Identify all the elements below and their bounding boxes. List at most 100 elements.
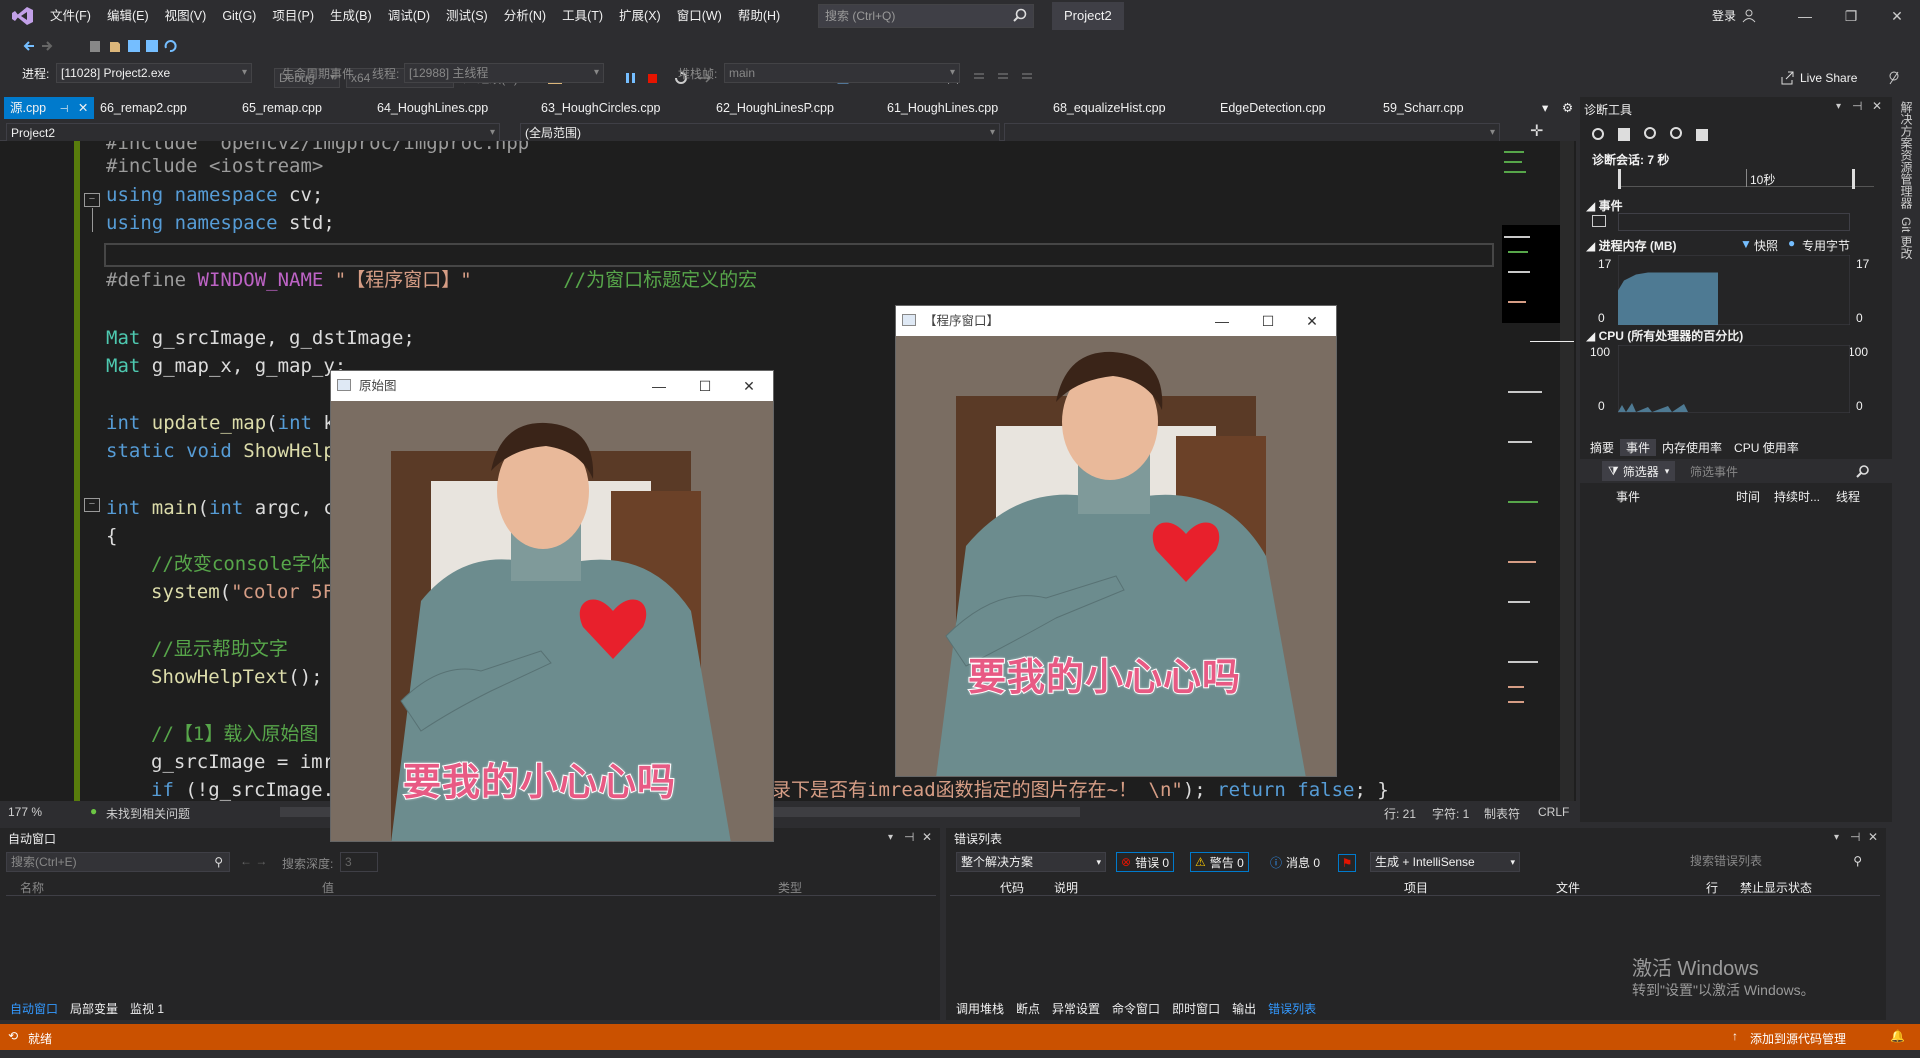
split-icon[interactable]: ✛ (1530, 121, 1543, 141)
tab-command-window[interactable]: 命令窗口 (1106, 1000, 1166, 1017)
editor-minimap-scrollbar[interactable] (1500, 141, 1576, 801)
tab-source[interactable]: 源.cpp ⊣ ✕ (4, 97, 95, 119)
tab-remap2[interactable]: 66_remap2.cpp (100, 97, 187, 119)
pin-icon[interactable]: ⊣ (60, 104, 69, 115)
line-ending[interactable]: CRLF (1538, 805, 1569, 819)
menu-view[interactable]: 视图(V) (157, 0, 215, 32)
menu-debug[interactable]: 调试(D) (380, 0, 438, 32)
col-line[interactable]: 行 (1706, 879, 1718, 896)
pin-icon[interactable]: ⊣ (1852, 99, 1862, 113)
login-button[interactable]: 登录 (1712, 0, 1756, 32)
zoom-level[interactable]: 177 % (8, 805, 42, 819)
menu-edit[interactable]: 编辑(E) (99, 0, 157, 32)
tab-overflow-icon[interactable]: ▾ (1542, 97, 1548, 119)
window-titlebar[interactable]: 原始图 — ☐ ✕ (331, 371, 773, 401)
close-icon[interactable]: ✕ (1872, 99, 1882, 113)
member-scope-select[interactable] (1004, 123, 1500, 143)
build-filter-icon[interactable]: ⚑ (1338, 854, 1356, 872)
dropdown-icon[interactable]: ▾ (888, 832, 893, 843)
back-forward-icon[interactable]: ← → (240, 854, 267, 868)
col-code[interactable]: 代码 (1000, 879, 1024, 896)
col-duration[interactable]: 持续时... (1774, 488, 1820, 505)
pin-icon[interactable]: ⊣ (904, 830, 914, 844)
menu-project[interactable]: 项目(P) (264, 0, 322, 32)
pin-icon[interactable]: ⊣ (1850, 830, 1860, 844)
tab-events[interactable]: 事件 (1620, 438, 1657, 456)
tab-immediate-window[interactable]: 即时窗口 (1166, 1000, 1226, 1017)
indent-mode[interactable]: 制表符 (1484, 805, 1520, 822)
filter-events-input[interactable]: 筛选事件 (1690, 463, 1738, 480)
tab-call-stack[interactable]: 调用堆栈 (950, 1000, 1010, 1017)
pause-events-icon[interactable] (1592, 215, 1606, 227)
issues-status[interactable]: 未找到相关问题 (106, 805, 190, 822)
messages-filter-button[interactable]: ⓘ 消息 0 (1266, 852, 1324, 872)
tab-cpu-usage[interactable]: CPU 使用率 (1728, 439, 1805, 456)
tab-close-icon[interactable]: ✕ (78, 101, 88, 115)
lifecycle-events[interactable]: 生命周期事件 (282, 65, 354, 82)
solution-explorer-tab[interactable]: 解决方案资源管理器 (1898, 101, 1915, 209)
menu-extensions[interactable]: 扩展(X) (611, 0, 669, 32)
restore-icon[interactable]: ❐ (1828, 0, 1874, 32)
tab-exception-settings[interactable]: 异常设置 (1046, 1000, 1106, 1017)
tab-houghlinesp[interactable]: 62_HoughLinesP.cpp (716, 97, 834, 119)
cpu-section[interactable]: ◢ CPU (所有处理器的百分比) (1586, 327, 1743, 344)
timeline-start-handle[interactable] (1618, 169, 1621, 189)
tab-scharr[interactable]: 59_Scharr.cpp (1383, 97, 1464, 119)
search-input[interactable]: 搜索 (Ctrl+Q) (818, 4, 1034, 28)
memory-section[interactable]: ◢ 进程内存 (MB) (1586, 237, 1677, 254)
tab-autos[interactable]: 自动窗口 (4, 1000, 64, 1017)
close-icon[interactable]: ✕ (1290, 306, 1334, 336)
maximize-icon[interactable]: ☐ (1246, 306, 1290, 336)
stack-frame-select[interactable]: main (724, 63, 960, 83)
search-icon[interactable] (1856, 464, 1870, 478)
back-forward-icon[interactable] (22, 38, 62, 54)
autos-search-input[interactable]: 搜索(Ctrl+E) ⚲ (6, 852, 230, 872)
dropdown-icon[interactable]: ▾ (1836, 101, 1841, 112)
col-time[interactable]: 时间 (1736, 488, 1760, 505)
visual-studio-logo-icon[interactable] (10, 6, 34, 26)
tab-output[interactable]: 输出 (1226, 1000, 1262, 1017)
global-scope-select[interactable]: (全局范围) (520, 123, 1000, 143)
timeline-end-handle[interactable] (1852, 169, 1855, 189)
file-actions-icon[interactable] (90, 38, 180, 54)
source-image-window[interactable]: 原始图 — ☐ ✕ 要我的小心心吗 (330, 370, 774, 842)
search-depth-select[interactable]: 3 (340, 852, 378, 872)
menu-window[interactable]: 窗口(W) (669, 0, 730, 32)
dropdown-icon[interactable]: ▾ (1834, 832, 1839, 843)
tab-edgedetection[interactable]: EdgeDetection.cpp (1220, 97, 1326, 119)
menu-test[interactable]: 测试(S) (438, 0, 496, 32)
collapse-icon[interactable]: − (84, 193, 100, 207)
filter-button[interactable]: ⧩ 筛选器 ▾ (1602, 461, 1676, 481)
close-icon[interactable]: ✕ (1868, 830, 1878, 844)
tab-locals[interactable]: 局部变量 (64, 1000, 124, 1017)
minimize-icon[interactable]: — (637, 371, 681, 401)
col-suppression[interactable]: 禁止显示状态 (1740, 879, 1812, 896)
git-changes-tab[interactable]: Git 更改 (1898, 217, 1915, 260)
window-titlebar[interactable]: 【程序窗口】 — ☐ ✕ (896, 306, 1336, 336)
tab-summary[interactable]: 摘要 (1584, 439, 1620, 456)
warnings-filter-button[interactable]: ⚠ 警告 0 (1190, 852, 1249, 872)
tab-houghlines64[interactable]: 64_HoughLines.cpp (377, 97, 488, 119)
events-section[interactable]: ◢ 事件 (1586, 197, 1623, 214)
close-icon[interactable]: ✕ (922, 830, 932, 844)
scope-select[interactable]: 整个解决方案 ▾ (956, 852, 1106, 872)
tab-equalizehist[interactable]: 68_equalizeHist.cpp (1053, 97, 1166, 119)
col-name[interactable]: 名称 (20, 879, 44, 896)
tab-memory-usage[interactable]: 内存使用率 (1656, 439, 1728, 456)
maximize-icon[interactable]: ☐ (683, 371, 727, 401)
diag-toolbar-icon[interactable] (1590, 125, 1720, 143)
col-event[interactable]: 事件 (1616, 488, 1640, 505)
add-to-source-control[interactable]: 添加到源代码管理 (1750, 1030, 1846, 1047)
col-description[interactable]: 说明 (1054, 879, 1078, 896)
menu-file[interactable]: 文件(F) (42, 0, 99, 32)
menu-git[interactable]: Git(G) (214, 0, 264, 32)
col-thread[interactable]: 线程 (1836, 488, 1860, 505)
col-value[interactable]: 值 (322, 879, 334, 896)
menu-build[interactable]: 生成(B) (322, 0, 380, 32)
program-window[interactable]: 【程序窗口】 — ☐ ✕ 要我的小心心吗 (895, 305, 1337, 777)
col-file[interactable]: 文件 (1556, 879, 1580, 896)
build-intellisense-select[interactable]: 生成 + IntelliSense ▾ (1370, 852, 1520, 872)
close-icon[interactable]: ✕ (1874, 0, 1920, 32)
tab-houghcircles[interactable]: 63_HoughCircles.cpp (541, 97, 661, 119)
tab-error-list[interactable]: 错误列表 (1262, 1000, 1322, 1017)
